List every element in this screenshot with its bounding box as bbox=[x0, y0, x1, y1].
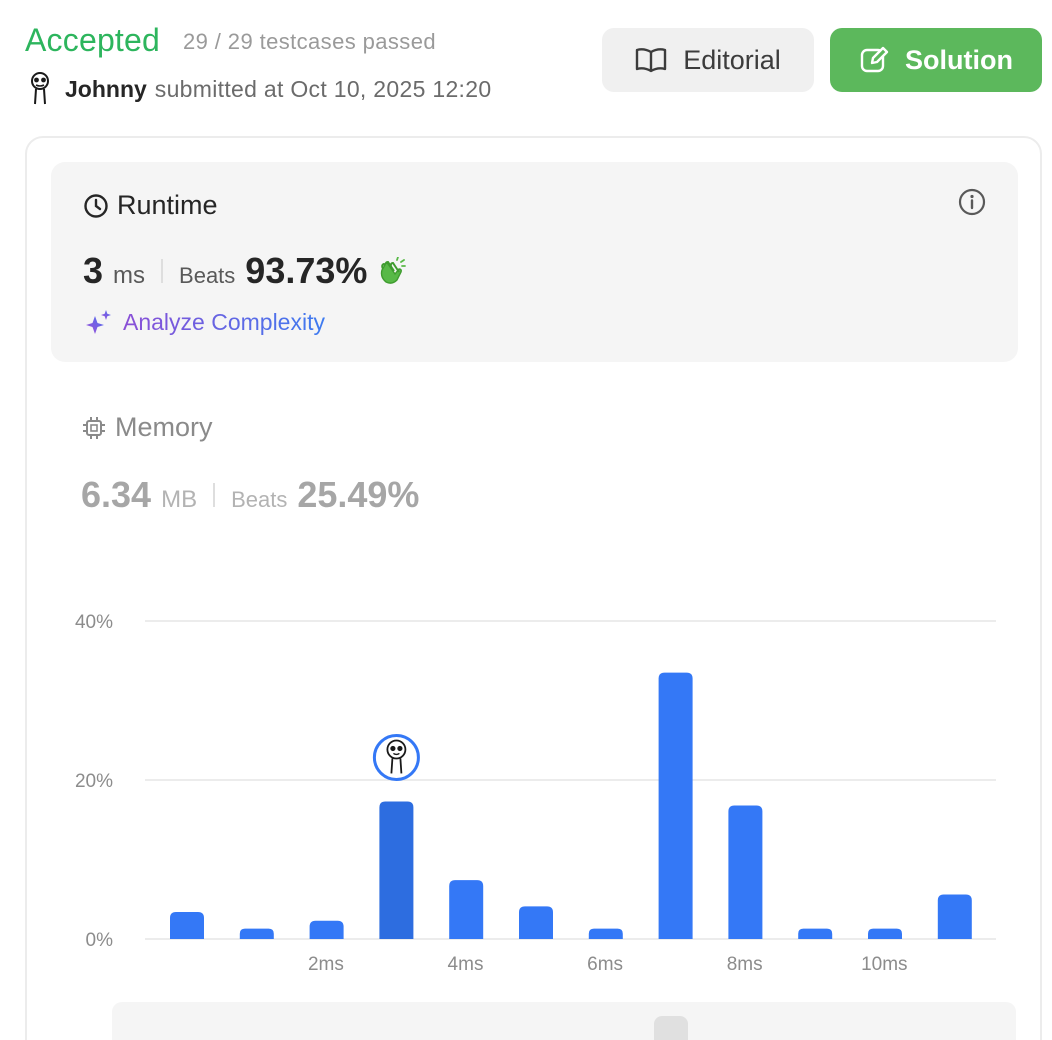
info-icon[interactable] bbox=[958, 188, 986, 216]
memory-label: Memory bbox=[115, 412, 213, 442]
editorial-label: Editorial bbox=[683, 44, 781, 75]
book-open-icon bbox=[636, 48, 667, 73]
bar[interactable] bbox=[239, 928, 274, 939]
avatar[interactable] bbox=[25, 72, 55, 106]
solution-label: Solution bbox=[905, 44, 1013, 75]
submitter-info: Johnny submitted at Oct 10, 2025 12:20 bbox=[25, 72, 491, 106]
sparkles-icon bbox=[86, 310, 111, 334]
divider bbox=[213, 483, 216, 507]
memory-beats-label: Beats bbox=[231, 487, 288, 512]
clapping-hands-icon bbox=[381, 257, 407, 284]
memory-title[interactable]: Memory bbox=[81, 412, 213, 443]
bar[interactable] bbox=[449, 880, 484, 939]
submission-header: Accepted 29 / 29 testcases passed Johnny… bbox=[0, 0, 1052, 120]
runtime-label: Runtime bbox=[117, 190, 218, 220]
bar[interactable] bbox=[309, 920, 344, 939]
analyze-complexity-link[interactable]: Analyze Complexity bbox=[83, 308, 325, 336]
result-card: Runtime 3 ms Beats 93.73% Analyze Comple… bbox=[25, 136, 1042, 1040]
divider bbox=[161, 259, 164, 283]
bar[interactable] bbox=[519, 906, 553, 939]
range-slider-track[interactable] bbox=[112, 1002, 1016, 1040]
runtime-panel[interactable]: Runtime 3 ms Beats 93.73% Analyze Comple… bbox=[51, 162, 1018, 362]
status-label: Accepted bbox=[25, 22, 161, 58]
chip-icon bbox=[83, 416, 105, 439]
bar[interactable] bbox=[170, 911, 204, 939]
runtime-beats-value: 93.73% bbox=[245, 250, 368, 291]
runtime-value: 3 bbox=[83, 250, 104, 291]
runtime-beats-label: Beats bbox=[179, 263, 236, 288]
runtime-title: Runtime bbox=[83, 190, 218, 221]
bar[interactable] bbox=[658, 672, 693, 939]
username[interactable]: Johnny bbox=[65, 76, 147, 103]
editorial-button[interactable]: Editorial bbox=[602, 28, 814, 92]
bar[interactable] bbox=[588, 928, 623, 939]
bar[interactable] bbox=[728, 805, 763, 939]
runtime-stats: 3 ms Beats 93.73% bbox=[83, 250, 407, 292]
memory-value: 6.34 bbox=[81, 474, 152, 515]
runtime-unit: ms bbox=[113, 262, 146, 289]
memory-unit: MB bbox=[161, 486, 198, 513]
memory-stats: 6.34 MB Beats 25.49% bbox=[81, 474, 419, 516]
memory-beats-value: 25.49% bbox=[297, 474, 420, 515]
testcases-count: 29 / 29 testcases passed bbox=[183, 29, 436, 54]
edit-icon bbox=[860, 46, 889, 73]
bar[interactable] bbox=[798, 928, 833, 939]
range-slider-handle[interactable] bbox=[654, 1016, 688, 1040]
submitted-time: submitted at Oct 10, 2025 12:20 bbox=[154, 75, 492, 102]
bar-selected[interactable] bbox=[379, 801, 414, 939]
clock-icon bbox=[84, 193, 108, 218]
bar[interactable] bbox=[868, 928, 902, 939]
bar[interactable] bbox=[937, 894, 972, 939]
analyze-label: Analyze Complexity bbox=[123, 308, 325, 335]
solution-button[interactable]: Solution bbox=[830, 28, 1042, 92]
